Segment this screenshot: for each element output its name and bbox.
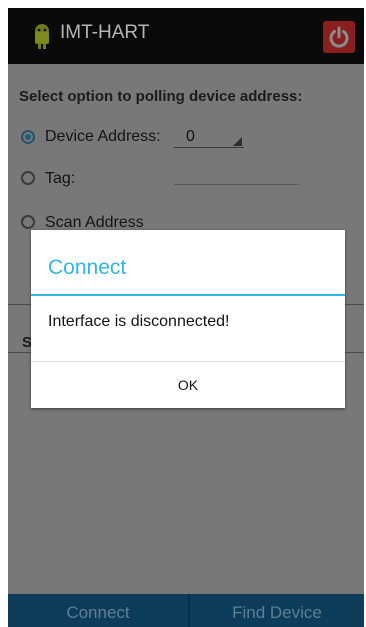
scan-address-radio[interactable] — [21, 215, 35, 229]
dialog-message: Interface is disconnected! — [48, 313, 230, 330]
android-robot-icon — [35, 24, 49, 49]
tag-input[interactable] — [174, 184, 299, 185]
tag-label: Tag: — [45, 170, 76, 187]
connect-dialog: Connect Interface is disconnected! OK — [31, 230, 345, 408]
device-address-spinner[interactable]: 0 — [186, 128, 195, 146]
tag-radio[interactable] — [21, 171, 35, 185]
app-title: IMT-HART — [60, 22, 150, 43]
dialog-title-divider — [31, 294, 345, 296]
action-bar: IMT-HART — [8, 8, 364, 64]
dialog-title: Connect — [48, 256, 127, 279]
connect-button[interactable]: Connect — [8, 594, 188, 627]
spinner-arrow-icon — [233, 137, 242, 146]
bottom-button-bar: Connect Find Device — [8, 594, 364, 627]
section-title: Select option to polling device address: — [19, 88, 303, 105]
power-icon — [329, 26, 349, 48]
find-device-button[interactable]: Find Device — [190, 594, 364, 627]
device-address-radio[interactable] — [21, 130, 35, 144]
power-button[interactable] — [323, 21, 355, 53]
ok-button[interactable]: OK — [31, 362, 345, 408]
spinner-underline — [174, 147, 244, 148]
device-address-label: Device Address: — [45, 128, 161, 145]
app-screen: IMT-HART Select option to polling device… — [8, 8, 364, 627]
